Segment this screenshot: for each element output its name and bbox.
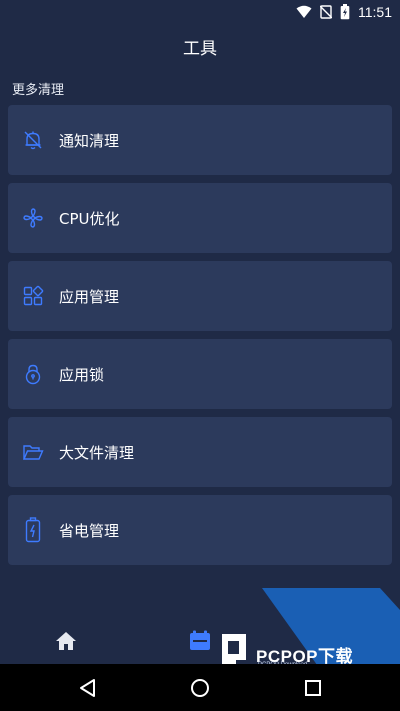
- tool-label: 应用锁: [59, 365, 105, 384]
- tools-icon[interactable]: [189, 630, 211, 652]
- apps-grid-icon: [22, 285, 44, 307]
- home-circle-icon[interactable]: [190, 678, 210, 702]
- tool-item-app-lock[interactable]: 应用锁: [8, 339, 392, 409]
- tool-item-notification-clean[interactable]: 通知清理: [8, 105, 392, 175]
- status-bar: 11:51: [0, 0, 400, 24]
- tool-label: 通知清理: [59, 131, 120, 150]
- folder-open-icon: [22, 441, 44, 463]
- bottom-nav: [0, 616, 400, 664]
- tool-item-app-manage[interactable]: 应用管理: [8, 261, 392, 331]
- tool-item-large-file-clean[interactable]: 大文件清理: [8, 417, 392, 487]
- tool-item-cpu-optimize[interactable]: CPU优化: [8, 183, 392, 253]
- no-sim-icon: [320, 5, 332, 19]
- system-nav-bar: [0, 664, 400, 711]
- tool-label: 省电管理: [59, 521, 120, 540]
- back-icon[interactable]: [78, 678, 98, 702]
- tool-label: 大文件清理: [59, 443, 135, 462]
- battery-icon: [22, 517, 44, 543]
- tool-label: CPU优化: [59, 209, 120, 228]
- home-icon[interactable]: [55, 630, 77, 652]
- status-time: 11:51: [358, 4, 392, 20]
- recent-apps-icon[interactable]: [304, 679, 322, 701]
- lock-icon: [22, 363, 44, 385]
- wifi-icon: [296, 5, 312, 19]
- fan-icon: [22, 207, 44, 229]
- section-title: 更多清理: [12, 83, 65, 98]
- tool-item-power-manage[interactable]: 省电管理: [8, 495, 392, 565]
- battery-charging-icon: [340, 4, 350, 20]
- page-title: 工具: [183, 39, 217, 59]
- bell-off-icon: [22, 129, 44, 151]
- tool-list: 通知清理 CPU优化 应用管理 应用锁 大文件清理 省电管理: [8, 105, 392, 573]
- tool-label: 应用管理: [59, 287, 120, 306]
